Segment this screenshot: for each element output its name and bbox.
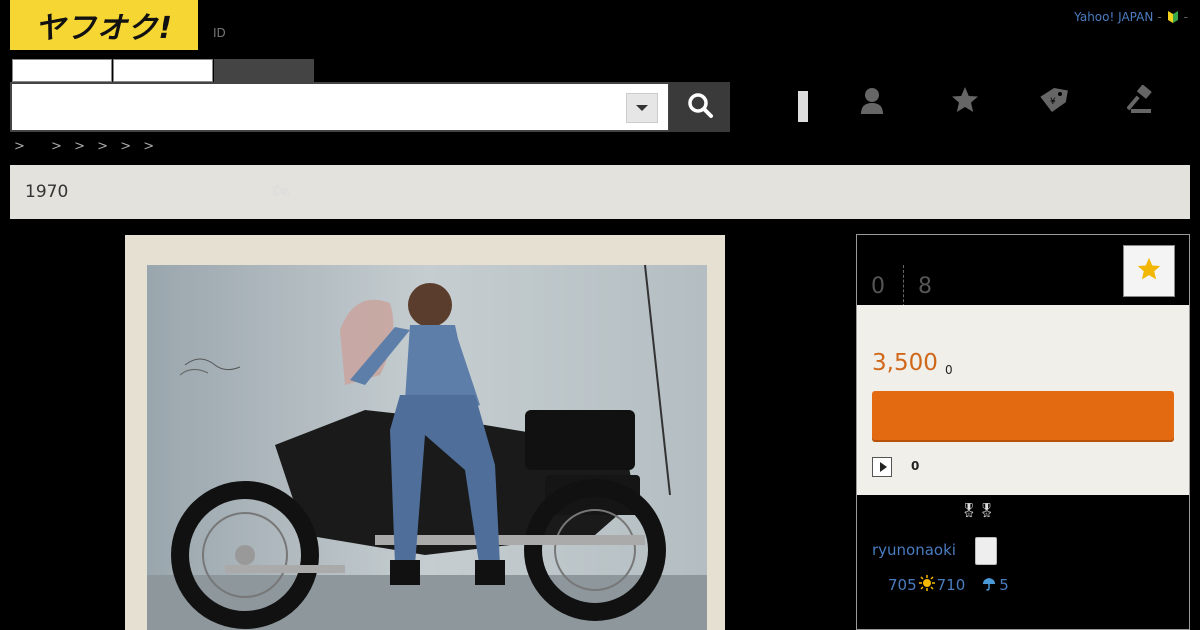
notification-bar-icon[interactable] (798, 91, 808, 122)
rating-total[interactable]: 705 (888, 576, 917, 594)
top-links: Yahoo! JAPAN - - (1074, 10, 1188, 24)
category-dropdown[interactable] (626, 93, 658, 123)
separator: - (1157, 10, 1162, 24)
search-button[interactable] (669, 82, 730, 132)
item-title-bar: 1970 🏍 (10, 165, 1190, 219)
search-scope-tabs (12, 59, 315, 82)
bid-count: 0 (871, 273, 885, 299)
rain-icon (981, 575, 997, 595)
separator: - (1183, 10, 1188, 24)
product-photo-illustration (125, 235, 725, 630)
yahoo-japan-link[interactable]: Yahoo! JAPAN (1074, 10, 1153, 24)
sun-icon (918, 575, 935, 595)
seller-medal-icon: 🎖🎖 (960, 503, 996, 519)
add-to-watchlist-button[interactable] (1123, 245, 1175, 297)
item-title: 1970 (25, 182, 69, 202)
svg-text:¥: ¥ (1050, 97, 1056, 107)
autoplay-count: 0 (911, 459, 920, 473)
bid-panel: 0 8 3,500 0 0 🎖🎖 ryunonaoki 705 710 5 (856, 234, 1190, 630)
search-box (10, 82, 670, 132)
header-icons: ¥ (760, 80, 1200, 130)
seller-ratings: 705 710 5 (888, 575, 1009, 595)
bid-watch-counts: 0 8 (871, 265, 932, 307)
rating-good[interactable]: 710 (937, 576, 966, 594)
tax-note: 0 (945, 363, 953, 377)
logo-text: ヤフオク! (34, 11, 174, 46)
seller-card-icon[interactable] (975, 537, 997, 565)
seller-name-link[interactable]: ryunonaoki (872, 541, 956, 559)
breadcrumb-separator: > (97, 139, 110, 154)
star-icon (1136, 256, 1162, 286)
current-price: 3,500 (872, 350, 938, 376)
yahuoku-logo[interactable]: ヤフオク! (10, 0, 198, 50)
user-icon[interactable] (852, 80, 892, 120)
watchlist-star-icon[interactable] (945, 80, 985, 120)
scope-tab-seller[interactable] (214, 59, 314, 82)
breadcrumb-separator: > (14, 139, 26, 154)
item-title-icon: 🏍 (272, 183, 290, 199)
breadcrumb: > > > > > > (14, 139, 161, 154)
breadcrumb-separator: > (74, 139, 86, 154)
scope-tab-category[interactable] (113, 59, 213, 82)
count-divider (903, 265, 904, 307)
auction-gavel-icon[interactable] (1122, 80, 1162, 120)
search-icon (686, 91, 714, 123)
product-image[interactable] (125, 235, 725, 630)
bid-button[interactable] (872, 391, 1174, 440)
scope-tab-all[interactable] (12, 59, 112, 82)
watch-count: 8 (918, 273, 932, 299)
selling-tag-icon[interactable]: ¥ (1033, 80, 1073, 120)
price-area: 3,500 0 0 (857, 305, 1189, 495)
beginner-mark-icon[interactable] (1166, 10, 1180, 24)
breadcrumb-separator: > (120, 139, 133, 154)
search-input[interactable] (12, 84, 612, 130)
breadcrumb-separator: > (51, 139, 63, 154)
rating-bad[interactable]: 5 (999, 576, 1009, 594)
breadcrumb-separator: > (143, 139, 156, 154)
play-icon[interactable] (872, 457, 892, 477)
id-link[interactable]: ID (213, 26, 226, 40)
